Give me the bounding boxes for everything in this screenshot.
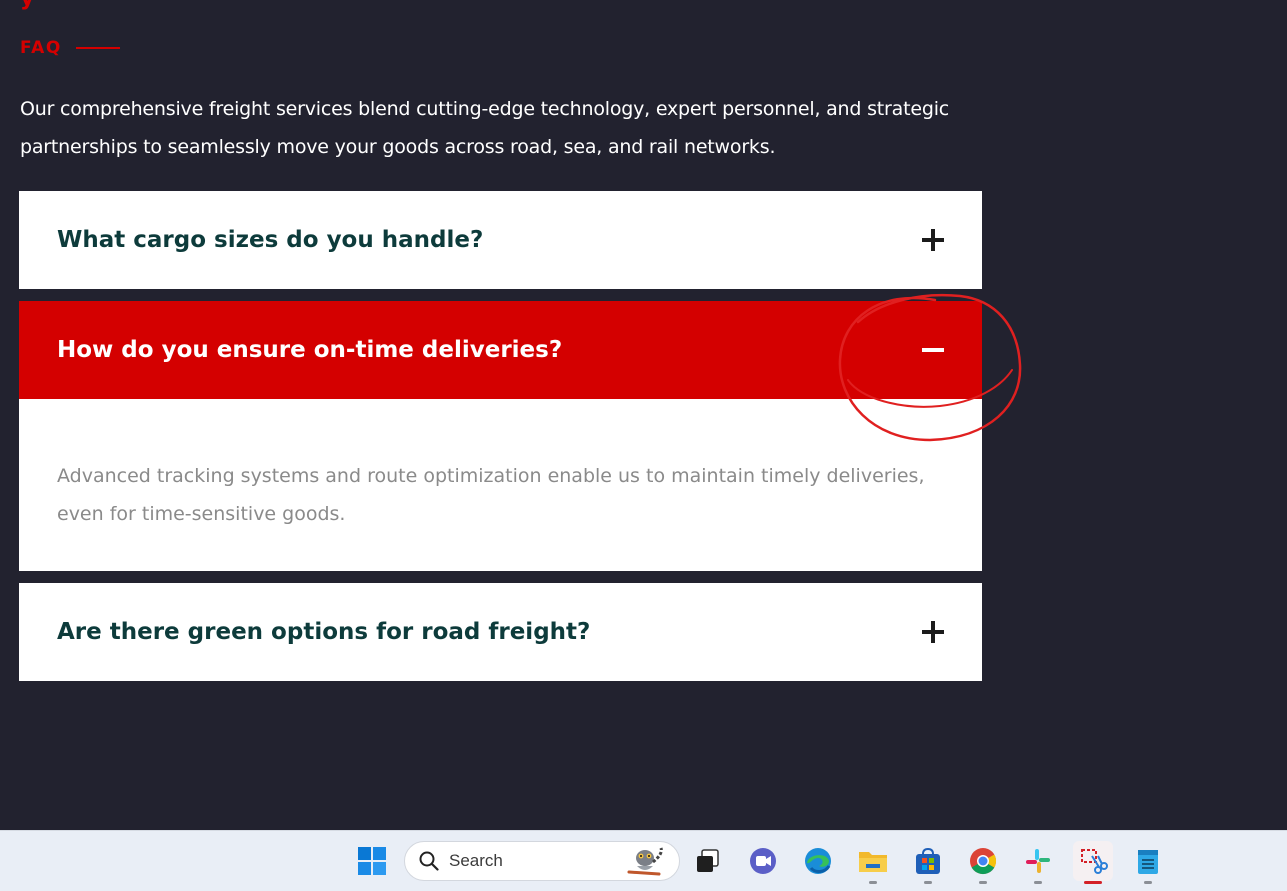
faq-accordion: What cargo sizes do you handle? How do y… <box>19 191 982 693</box>
microsoft-store-icon[interactable] <box>908 841 948 884</box>
task-view-icon[interactable] <box>688 841 728 881</box>
windows-start-icon[interactable] <box>352 841 392 881</box>
faq-item-header-on-time-deliveries[interactable]: How do you ensure on-time deliveries? <box>19 301 982 399</box>
faq-question: How do you ensure on-time deliveries? <box>57 337 563 363</box>
notepad-icon[interactable] <box>1128 841 1168 884</box>
faq-eyebrow: FAQ <box>20 38 120 58</box>
faq-intro-paragraph: Our comprehensive freight services blend… <box>20 98 950 158</box>
eyebrow-divider-line <box>75 47 120 49</box>
minus-icon[interactable] <box>922 339 944 361</box>
clipped-heading-fragment: y <box>20 0 34 11</box>
windows-taskbar: Search <box>0 830 1287 891</box>
webpage: y FAQ Our comprehensive freight services… <box>0 0 1287 830</box>
teams-meet-icon[interactable] <box>743 841 783 881</box>
taskbar-search-box[interactable]: Search <box>404 841 680 881</box>
faq-item: Are there green options for road freight… <box>19 583 982 681</box>
search-highlight-lemur-icon <box>619 844 667 878</box>
faq-question: What cargo sizes do you handle? <box>57 227 484 253</box>
faq-item-header-cargo-sizes[interactable]: What cargo sizes do you handle? <box>19 191 982 289</box>
faq-item: What cargo sizes do you handle? <box>19 191 982 289</box>
search-placeholder: Search <box>449 851 503 870</box>
plus-icon[interactable] <box>922 229 944 251</box>
snipping-tool-icon[interactable] <box>1073 841 1113 884</box>
search-icon <box>419 851 439 871</box>
edge-icon[interactable] <box>798 841 838 881</box>
faq-item-header-green-options[interactable]: Are there green options for road freight… <box>19 583 982 681</box>
faq-question: Are there green options for road freight… <box>57 619 591 645</box>
faq-eyebrow-label: FAQ <box>20 38 62 58</box>
faq-answer: Advanced tracking systems and route opti… <box>57 465 925 525</box>
chrome-icon[interactable] <box>963 841 1003 884</box>
slack-icon[interactable] <box>1018 841 1058 884</box>
faq-item: How do you ensure on-time deliveries? Ad… <box>19 301 982 571</box>
plus-icon[interactable] <box>922 621 944 643</box>
file-explorer-icon[interactable] <box>853 841 893 884</box>
